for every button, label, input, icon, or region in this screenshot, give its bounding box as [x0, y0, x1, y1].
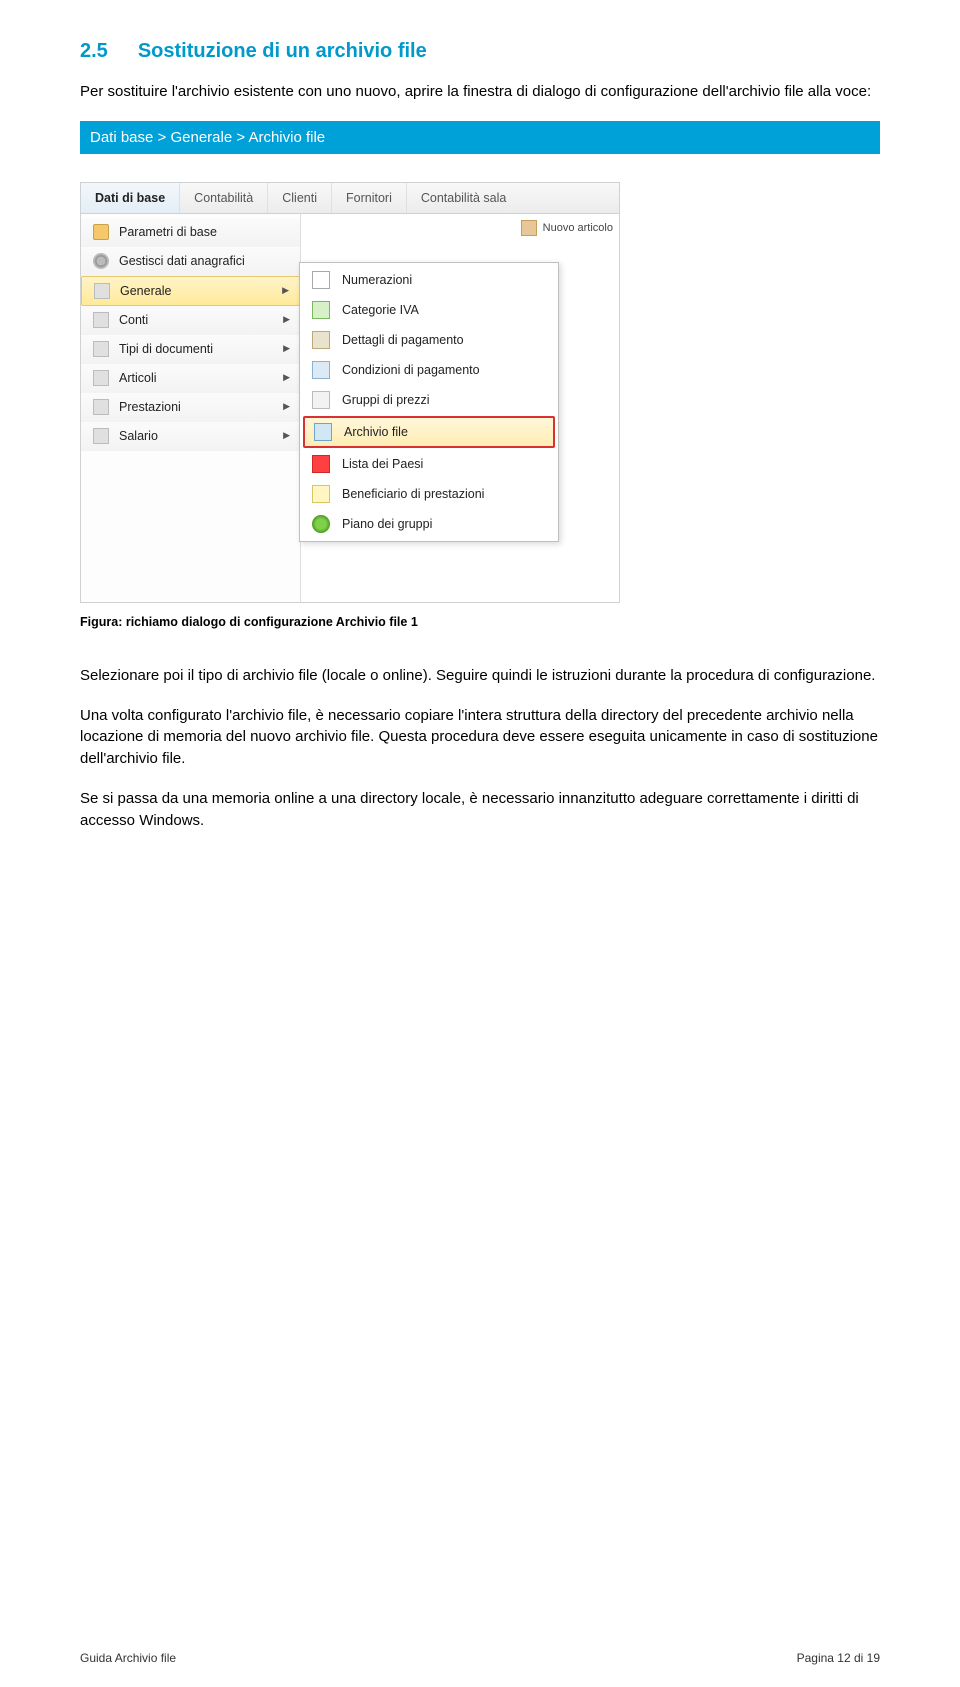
menu-parametri-di-base[interactable]: Parametri di base	[81, 218, 300, 247]
tab-clienti[interactable]: Clienti	[268, 183, 332, 213]
submenu-dettagli-pagamento[interactable]: Dettagli di pagamento	[300, 325, 558, 355]
submenu-condizioni-pagamento[interactable]: Condizioni di pagamento	[300, 355, 558, 385]
menu-gestisci-dati-anagrafici[interactable]: Gestisci dati anagrafici	[81, 247, 300, 276]
ribbon-tabs: Dati di base Contabilità Clienti Fornito…	[81, 183, 619, 214]
chevron-right-icon: ▶	[282, 285, 289, 296]
submenu-archivio-file[interactable]: Archivio file	[303, 416, 555, 448]
menu-item-label: Conti	[119, 313, 148, 327]
submenu-generale: Numerazioni Categorie IVA Dettagli di pa…	[299, 262, 559, 542]
submenu-item-label: Gruppi di prezzi	[342, 393, 430, 407]
footer-right: Pagina 12 di 19	[797, 1651, 880, 1665]
submenu-item-label: Piano dei gruppi	[342, 517, 432, 531]
left-menu: Parametri di base Gestisci dati anagrafi…	[81, 214, 301, 602]
tab-dati-di-base[interactable]: Dati di base	[81, 183, 180, 213]
chevron-right-icon: ▶	[283, 401, 290, 412]
note-icon	[312, 485, 330, 503]
generic-icon	[93, 341, 109, 357]
archive-icon	[314, 423, 332, 441]
menu-salario[interactable]: Salario ▶	[81, 422, 300, 451]
numbering-icon	[312, 271, 330, 289]
menu-generale[interactable]: Generale ▶	[81, 276, 300, 306]
paragraph-3: Se si passa da una memoria online a una …	[80, 788, 880, 832]
menu-articoli[interactable]: Articoli ▶	[81, 364, 300, 393]
nuovo-articolo-label: Nuovo articolo	[543, 222, 613, 234]
section-number: 2.5	[80, 40, 108, 63]
bank-icon	[312, 331, 330, 349]
chevron-right-icon: ▶	[283, 314, 290, 325]
tab-contabilita[interactable]: Contabilità	[180, 183, 268, 213]
nuovo-articolo-button[interactable]: Nuovo articolo	[521, 220, 613, 236]
chevron-right-icon: ▶	[283, 343, 290, 354]
submenu-item-label: Categorie IVA	[342, 303, 419, 317]
tab-contabilita-sala[interactable]: Contabilità sala	[407, 183, 520, 213]
generic-icon	[93, 370, 109, 386]
footer-left: Guida Archivio file	[80, 1651, 176, 1665]
flag-icon	[312, 455, 330, 473]
submenu-categorie-iva[interactable]: Categorie IVA	[300, 295, 558, 325]
submenu-numerazioni[interactable]: Numerazioni	[300, 265, 558, 295]
submenu-piano-dei-gruppi[interactable]: Piano dei gruppi	[300, 509, 558, 539]
section-heading: 2.5 Sostituzione di un archivio file	[80, 40, 880, 63]
submenu-item-label: Condizioni di pagamento	[342, 363, 480, 377]
submenu-item-label: Dettagli di pagamento	[342, 333, 464, 347]
app-screenshot: Dati di base Contabilità Clienti Fornito…	[80, 182, 620, 603]
generic-icon	[93, 399, 109, 415]
menu-item-label: Gestisci dati anagrafici	[119, 254, 245, 268]
generic-icon	[94, 283, 110, 299]
submenu-lista-dei-paesi[interactable]: Lista dei Paesi	[300, 449, 558, 479]
figure-caption: Figura: richiamo dialogo di configurazio…	[80, 615, 880, 629]
gear-icon	[93, 253, 109, 269]
menu-tipi-di-documenti[interactable]: Tipi di documenti ▶	[81, 335, 300, 364]
menu-prestazioni[interactable]: Prestazioni ▶	[81, 393, 300, 422]
menu-item-label: Parametri di base	[119, 225, 217, 239]
paragraph-1: Selezionare poi il tipo di archivio file…	[80, 665, 880, 687]
menu-conti[interactable]: Conti ▶	[81, 306, 300, 335]
menu-item-label: Salario	[119, 429, 158, 443]
menu-item-label: Generale	[120, 284, 171, 298]
submenu-item-label: Numerazioni	[342, 273, 412, 287]
submenu-item-label: Archivio file	[344, 425, 408, 439]
menu-item-label: Tipi di documenti	[119, 342, 213, 356]
list-icon	[312, 391, 330, 409]
submenu-item-label: Lista dei Paesi	[342, 457, 423, 471]
box-icon	[521, 220, 537, 236]
page-footer: Guida Archivio file Pagina 12 di 19	[80, 1651, 880, 1665]
folder-icon	[93, 224, 109, 240]
card-icon	[312, 361, 330, 379]
menu-item-label: Prestazioni	[119, 400, 181, 414]
percent-icon	[312, 301, 330, 319]
submenu-gruppi-di-prezzi[interactable]: Gruppi di prezzi	[300, 385, 558, 415]
section-title: Sostituzione di un archivio file	[138, 40, 427, 63]
navigation-path-bar: Dati base > Generale > Archivio file	[80, 121, 880, 154]
chevron-right-icon: ▶	[283, 372, 290, 383]
generic-icon	[93, 312, 109, 328]
menu-item-label: Articoli	[119, 371, 157, 385]
submenu-item-label: Beneficiario di prestazioni	[342, 487, 484, 501]
generic-icon	[93, 428, 109, 444]
tab-fornitori[interactable]: Fornitori	[332, 183, 407, 213]
group-plan-icon	[312, 515, 330, 533]
paragraph-2: Una volta configurato l'archivio file, è…	[80, 705, 880, 770]
chevron-right-icon: ▶	[283, 430, 290, 441]
intro-paragraph: Per sostituire l'archivio esistente con …	[80, 81, 880, 103]
submenu-beneficiario-di-prestazioni[interactable]: Beneficiario di prestazioni	[300, 479, 558, 509]
